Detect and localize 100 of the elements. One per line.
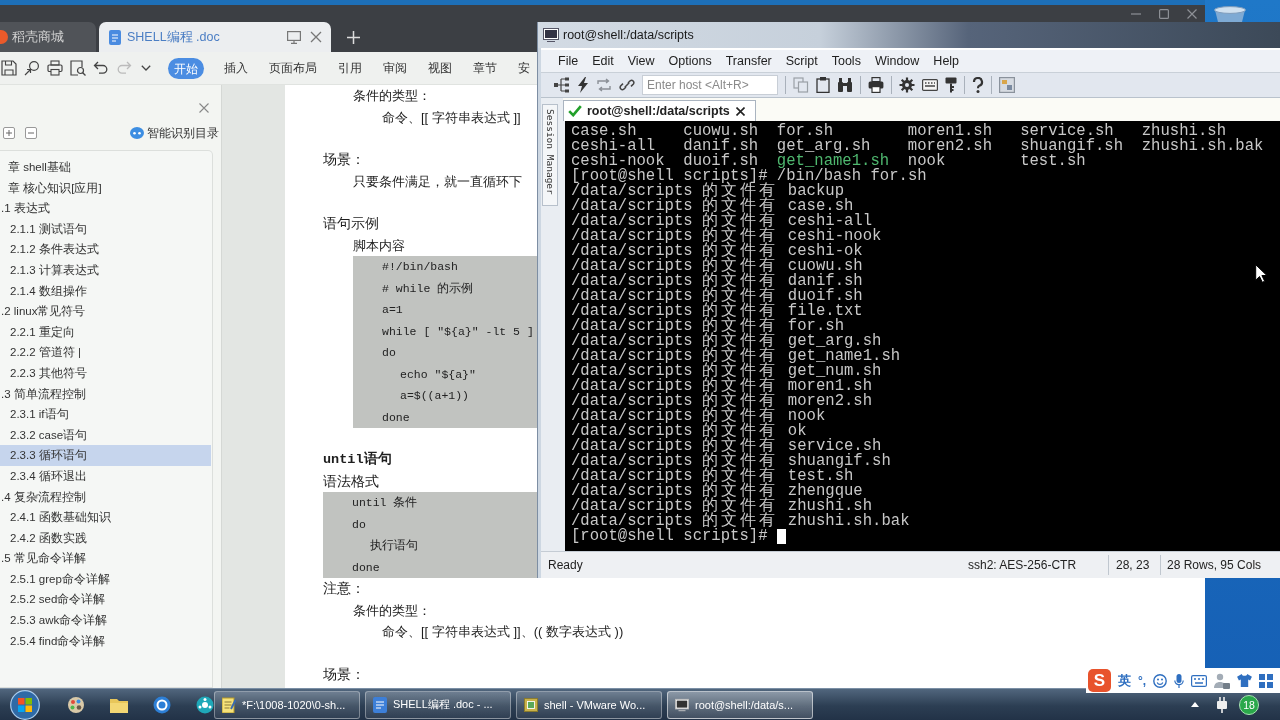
outline-item[interactable]: 2.1.1 测试语句 — [0, 218, 211, 240]
taskbar-button[interactable]: shell - VMware Wo... — [516, 690, 662, 719]
outline-item[interactable]: 2.1.4 数组操作 — [0, 280, 211, 302]
outline-item[interactable]: 章 核心知识[应用] — [0, 177, 211, 199]
ime-logo[interactable]: S — [1088, 669, 1111, 692]
gear-icon[interactable] — [899, 77, 915, 93]
folder-icon[interactable] — [110, 696, 128, 713]
outline-item[interactable]: 2.3.4 循环退出 — [0, 465, 211, 487]
smart-toc-label[interactable]: 智能识别目录 — [147, 125, 219, 141]
collapse-all-icon[interactable] — [25, 127, 37, 139]
nodes-icon[interactable] — [196, 695, 214, 714]
menu-item[interactable]: Tools — [824, 52, 868, 70]
print-preview-icon[interactable] — [70, 60, 86, 76]
terminal-line: [root@shell scripts]# /bin/bash for.sh — [571, 168, 927, 184]
outline-item[interactable]: .4 复杂流程控制 — [0, 486, 211, 508]
menu-item[interactable]: Window — [867, 52, 927, 70]
outline-item[interactable]: 2.1.3 计算表达式 — [0, 259, 211, 281]
outline-item[interactable]: 2.3.2 case语句 — [0, 424, 211, 446]
outline-item[interactable]: 2.4.1 函数基础知识 — [0, 507, 211, 528]
outline-item[interactable]: .1 表达式 — [0, 198, 211, 219]
binoculars-icon[interactable] — [837, 77, 853, 93]
palette-icon[interactable] — [67, 695, 85, 714]
ribbon-tab[interactable]: 页面布局 — [258, 57, 327, 79]
outline-item[interactable]: 2.4.2 函数实践 — [0, 527, 211, 549]
taskbar-button[interactable]: *F:\1008-1020\0-sh... — [214, 690, 360, 719]
host-field[interactable]: Enter host <Alt+R> — [642, 75, 778, 95]
outline-item[interactable]: 2.3.1 if语句 — [0, 404, 211, 425]
menu-item[interactable]: Help — [926, 52, 967, 70]
ime-punctuation[interactable]: °, — [1138, 673, 1147, 688]
new-tab-icon[interactable] — [347, 30, 360, 44]
outline-item[interactable]: 2.3.3 循环语句 — [0, 445, 211, 466]
outline-item[interactable]: 2.1.2 条件表达式 — [0, 239, 211, 260]
ribbon-tab[interactable]: 安 — [507, 57, 540, 79]
outline-item[interactable]: 2.2.3 其他符号 — [0, 362, 211, 384]
outline-item[interactable]: 2.2.1 重定向 — [0, 321, 211, 343]
close-icon[interactable] — [736, 106, 745, 116]
help-icon[interactable] — [972, 77, 984, 93]
user-icon[interactable] — [1214, 672, 1231, 689]
outline-item[interactable]: .5 常见命令详解 — [0, 548, 211, 569]
expand-all-icon[interactable] — [3, 127, 15, 139]
ribbon-tab[interactable]: 视图 — [417, 57, 462, 79]
smiley-icon[interactable] — [1153, 673, 1168, 688]
ribbon-tab[interactable]: 章节 — [462, 57, 507, 79]
dropdown-caret-icon[interactable] — [141, 65, 151, 71]
shell-prompt: [root@shell scripts]# — [571, 528, 768, 544]
menu-item[interactable]: File — [551, 52, 586, 70]
session-manager-tab[interactable]: Session Manager — [542, 104, 558, 206]
ribbon-tab[interactable]: 引用 — [327, 57, 372, 79]
code-line: done — [382, 409, 410, 426]
print-icon[interactable] — [868, 77, 884, 93]
menu-item[interactable]: Transfer — [718, 52, 779, 70]
outline-item[interactable]: .2 linux常见符号 — [0, 301, 211, 322]
ribbon-tab[interactable]: 插入 — [213, 57, 258, 79]
microphone-icon[interactable] — [1174, 673, 1185, 688]
outline-item[interactable]: 章 shell基础 — [0, 157, 211, 178]
window-title: root@shell:/data/scripts — [563, 28, 694, 42]
outline-item[interactable]: 2.5.2 sed命令详解 — [0, 589, 211, 611]
ring-icon[interactable] — [153, 695, 171, 714]
session-tab[interactable]: root@shell:/data/scripts — [563, 100, 756, 121]
outline-item[interactable]: 2.5.3 awk命令详解 — [0, 610, 211, 631]
keyboard-icon[interactable] — [922, 79, 938, 91]
document-tab[interactable]: SHELL编程 .doc — [99, 22, 331, 52]
monitor-icon[interactable] — [287, 30, 301, 44]
section-title: until语句 — [323, 450, 392, 469]
plug-icon[interactable] — [1216, 696, 1228, 713]
ime-mode[interactable]: 英 — [1118, 671, 1131, 690]
outline-item[interactable]: .3 简单流程控制 — [0, 383, 211, 405]
key-icon[interactable] — [945, 77, 957, 93]
file-name: case.sh — [571, 123, 637, 139]
loop-arrows-icon[interactable] — [596, 78, 612, 92]
save-icon[interactable] — [1, 60, 17, 76]
grid-icon[interactable] — [1259, 673, 1274, 688]
file-name: cuowu.sh — [683, 123, 759, 139]
circle-arrow-icon[interactable] — [24, 60, 40, 76]
clipboard-icon[interactable] — [816, 77, 830, 93]
start-button[interactable] — [10, 689, 40, 720]
undo-icon[interactable] — [93, 60, 109, 76]
outline-item[interactable]: 2.2.2 管道符 | — [0, 342, 211, 363]
keyboard-icon[interactable] — [1191, 674, 1208, 687]
outline-item[interactable]: 2.5.1 grep命令详解 — [0, 568, 211, 590]
menu-item[interactable]: Script — [778, 52, 825, 70]
ribbon-tab[interactable]: 审阅 — [372, 57, 417, 79]
menu-item[interactable]: Edit — [585, 52, 621, 70]
outline-item[interactable]: 2.5.4 find命令详解 — [0, 630, 211, 652]
tree-icon[interactable] — [554, 77, 570, 93]
maximize-icon[interactable] — [1159, 9, 1169, 19]
tray-expand-icon[interactable] — [1191, 702, 1199, 707]
trash-bin-icon[interactable] — [1213, 6, 1247, 22]
taskbar-button[interactable]: SHELL编程 .doc - ... — [365, 690, 511, 719]
lightning-icon[interactable] — [577, 77, 589, 93]
menu-item[interactable]: Options — [661, 52, 719, 70]
document-icon — [109, 29, 121, 45]
file-name: ceshi-all — [571, 138, 656, 154]
tiles-icon[interactable] — [999, 77, 1015, 93]
taskbar-button[interactable]: root@shell:/data/s... — [667, 690, 813, 719]
shirt-icon[interactable] — [1237, 674, 1253, 687]
document-tab[interactable]: 稻壳商城 — [0, 22, 96, 52]
print-icon[interactable] — [47, 60, 63, 76]
link-icon[interactable] — [619, 77, 635, 93]
menu-item[interactable]: View — [620, 52, 662, 70]
